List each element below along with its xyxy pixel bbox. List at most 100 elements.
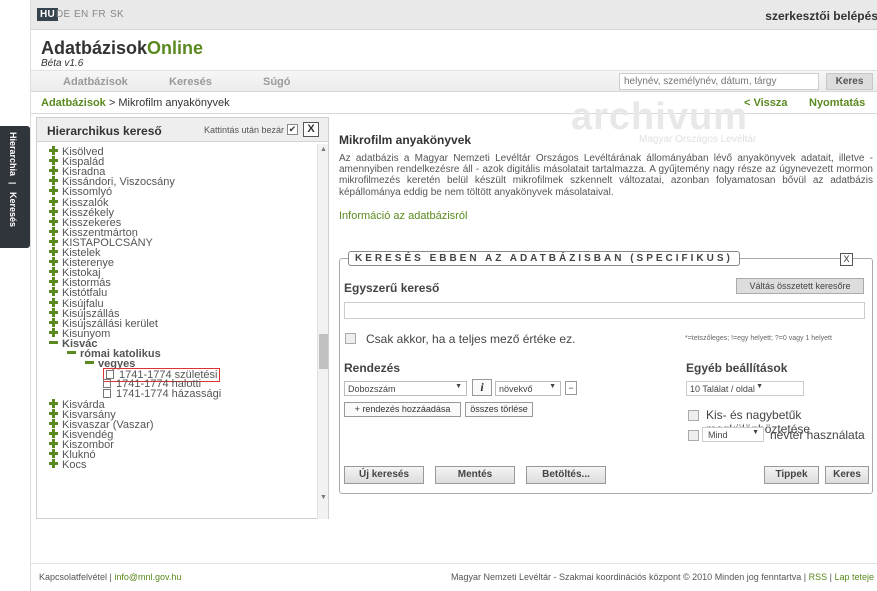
namespace-label: névtér használata bbox=[770, 428, 865, 442]
expand-icon[interactable] bbox=[49, 206, 58, 216]
tree-scrollbar[interactable]: ▲ ▼ bbox=[317, 144, 328, 519]
exact-match-checkbox[interactable] bbox=[345, 333, 356, 344]
expand-icon[interactable] bbox=[49, 317, 58, 327]
database-title: Mikrofilm anyakönyvek bbox=[339, 133, 472, 147]
expand-icon[interactable] bbox=[49, 297, 58, 307]
expand-icon[interactable] bbox=[49, 236, 58, 246]
database-info-link[interactable]: Információ az adatbázisról bbox=[339, 210, 467, 222]
page: Hierarchia | Keresés HU DE EN FR SK szer… bbox=[0, 0, 877, 591]
footer-copyright-row: Magyar Nemzeti Levéltár - Szakmai koordi… bbox=[451, 572, 874, 582]
expand-icon[interactable] bbox=[49, 176, 58, 186]
expand-icon[interactable] bbox=[49, 216, 58, 226]
logo-part-2: Online bbox=[147, 38, 204, 58]
editor-login-link[interactable]: szerkesztői belépés bbox=[765, 9, 877, 23]
chevron-down-icon: ▼ bbox=[455, 383, 462, 390]
expand-icon[interactable] bbox=[49, 428, 58, 438]
expand-icon[interactable] bbox=[49, 307, 58, 317]
expand-icon[interactable] bbox=[49, 257, 58, 267]
footer-contact: Kapcsolatfelvétel | info@mnl.gov.hu bbox=[39, 572, 181, 582]
sort-info-button[interactable]: i bbox=[472, 379, 492, 396]
collapse-icon[interactable] bbox=[67, 348, 76, 357]
sort-direction-select[interactable]: növekvő ▼ bbox=[495, 381, 561, 396]
scroll-thumb[interactable] bbox=[319, 334, 328, 369]
lang-fr[interactable]: FR bbox=[92, 9, 106, 20]
back-link[interactable]: < Vissza bbox=[744, 97, 788, 109]
expand-icon[interactable] bbox=[49, 156, 58, 166]
menu-help[interactable]: Súgó bbox=[263, 76, 291, 88]
breadcrumb-bar: Adatbázisok > Mikrofilm anyakönyvek < Vi… bbox=[31, 92, 877, 114]
expand-icon[interactable] bbox=[49, 247, 58, 256]
specific-search-box: KERESÉS EBBEN AZ ADATBÁZISBAN (SPECIFIKU… bbox=[339, 251, 873, 494]
tips-button[interactable]: Tippek bbox=[764, 466, 819, 484]
site-logo[interactable]: AdatbázisokOnline bbox=[41, 38, 203, 59]
close-after-click-label: Kattintás után bezár bbox=[204, 125, 285, 135]
namespace-checkbox[interactable] bbox=[688, 430, 699, 441]
expand-icon[interactable] bbox=[49, 459, 58, 469]
simple-search-title: Egyszerű kereső bbox=[344, 281, 440, 295]
hits-per-page-value: 10 Találat / oldal bbox=[690, 384, 755, 394]
sort-field-select[interactable]: Dobozszám ▼ bbox=[344, 381, 467, 396]
expand-icon[interactable] bbox=[49, 166, 58, 176]
footer-contact-link[interactable]: Kapcsolatfelvétel bbox=[39, 572, 107, 582]
version-label: Béta v1.6 bbox=[41, 58, 84, 69]
lang-hu[interactable]: HU bbox=[37, 8, 59, 21]
footer-rss-link[interactable]: RSS bbox=[809, 572, 828, 582]
case-sensitive-checkbox[interactable] bbox=[688, 410, 699, 421]
tree-item[interactable]: Kocs bbox=[49, 459, 86, 471]
lang-sk[interactable]: SK bbox=[110, 9, 124, 20]
collapse-icon[interactable] bbox=[85, 358, 94, 367]
lang-en[interactable]: EN bbox=[74, 9, 89, 20]
breadcrumb-root[interactable]: Adatbázisok bbox=[41, 97, 106, 109]
footer-email-link[interactable]: info@mnl.gov.hu bbox=[114, 572, 181, 582]
lang-de[interactable]: DE bbox=[56, 9, 71, 20]
scroll-down-icon[interactable]: ▼ bbox=[320, 494, 327, 501]
expand-icon[interactable] bbox=[49, 449, 58, 458]
expand-icon[interactable] bbox=[49, 267, 58, 277]
side-tab-hierarchy[interactable]: Hierarchia bbox=[8, 132, 18, 176]
expand-icon[interactable] bbox=[49, 146, 58, 155]
tree-item-label: 1741-1774 házassági bbox=[116, 388, 222, 401]
save-button[interactable]: Mentés bbox=[435, 466, 515, 484]
footer-top-link[interactable]: Lap teteje bbox=[834, 572, 874, 582]
expand-icon[interactable] bbox=[49, 287, 58, 297]
new-search-button[interactable]: Új keresés bbox=[344, 466, 424, 484]
remove-sort-button[interactable]: − bbox=[565, 381, 577, 395]
expand-icon[interactable] bbox=[49, 398, 58, 408]
simple-search-input[interactable] bbox=[344, 302, 865, 319]
close-after-click-checkbox[interactable]: ✔ bbox=[287, 124, 298, 135]
hierarchy-panel: Hierarchikus kereső Kattintás után bezár… bbox=[36, 117, 329, 519]
expand-icon[interactable] bbox=[49, 196, 58, 206]
print-link[interactable]: Nyomtatás bbox=[809, 97, 865, 109]
close-panel-button[interactable]: X bbox=[303, 122, 319, 137]
document-icon[interactable] bbox=[103, 389, 111, 399]
hits-per-page-select[interactable]: 10 Találat / oldal ▼ bbox=[686, 381, 804, 396]
document-icon[interactable] bbox=[103, 379, 111, 389]
global-search-button[interactable]: Keres bbox=[826, 73, 873, 90]
expand-icon[interactable] bbox=[49, 408, 58, 418]
scroll-up-icon[interactable]: ▲ bbox=[320, 146, 327, 153]
other-settings-title: Egyéb beállítások bbox=[686, 361, 788, 375]
load-button[interactable]: Betöltés... bbox=[526, 466, 606, 484]
collapse-icon[interactable] bbox=[49, 338, 58, 347]
menu-search[interactable]: Keresés bbox=[169, 76, 212, 88]
specific-search-close-button[interactable]: X bbox=[840, 253, 853, 266]
expand-icon[interactable] bbox=[49, 327, 58, 337]
clear-sort-button[interactable]: összes törlése bbox=[465, 402, 533, 417]
expand-icon[interactable] bbox=[49, 277, 58, 287]
tree-item[interactable]: 1741-1774 házassági bbox=[103, 388, 221, 400]
toggle-advanced-search-button[interactable]: Váltás összetett keresőre bbox=[736, 278, 864, 294]
main-frame: HU DE EN FR SK szerkesztői belépés Adatb… bbox=[30, 0, 877, 591]
menu-databases[interactable]: Adatbázisok bbox=[63, 76, 128, 88]
expand-icon[interactable] bbox=[49, 418, 58, 428]
side-tab-search[interactable]: Keresés bbox=[8, 192, 18, 227]
sort-direction-value: növekvő bbox=[499, 384, 533, 394]
expand-icon[interactable] bbox=[49, 186, 58, 196]
expand-icon[interactable] bbox=[49, 226, 58, 236]
archivum-watermark: archivum bbox=[571, 96, 748, 138]
chevron-down-icon: ▼ bbox=[756, 383, 763, 390]
expand-icon[interactable] bbox=[49, 438, 58, 448]
namespace-select[interactable]: Mind ▼ bbox=[702, 427, 764, 442]
add-sort-button[interactable]: + rendezés hozzáadása bbox=[344, 402, 461, 417]
global-search-input[interactable] bbox=[619, 73, 819, 90]
search-submit-button[interactable]: Keres bbox=[825, 466, 869, 484]
